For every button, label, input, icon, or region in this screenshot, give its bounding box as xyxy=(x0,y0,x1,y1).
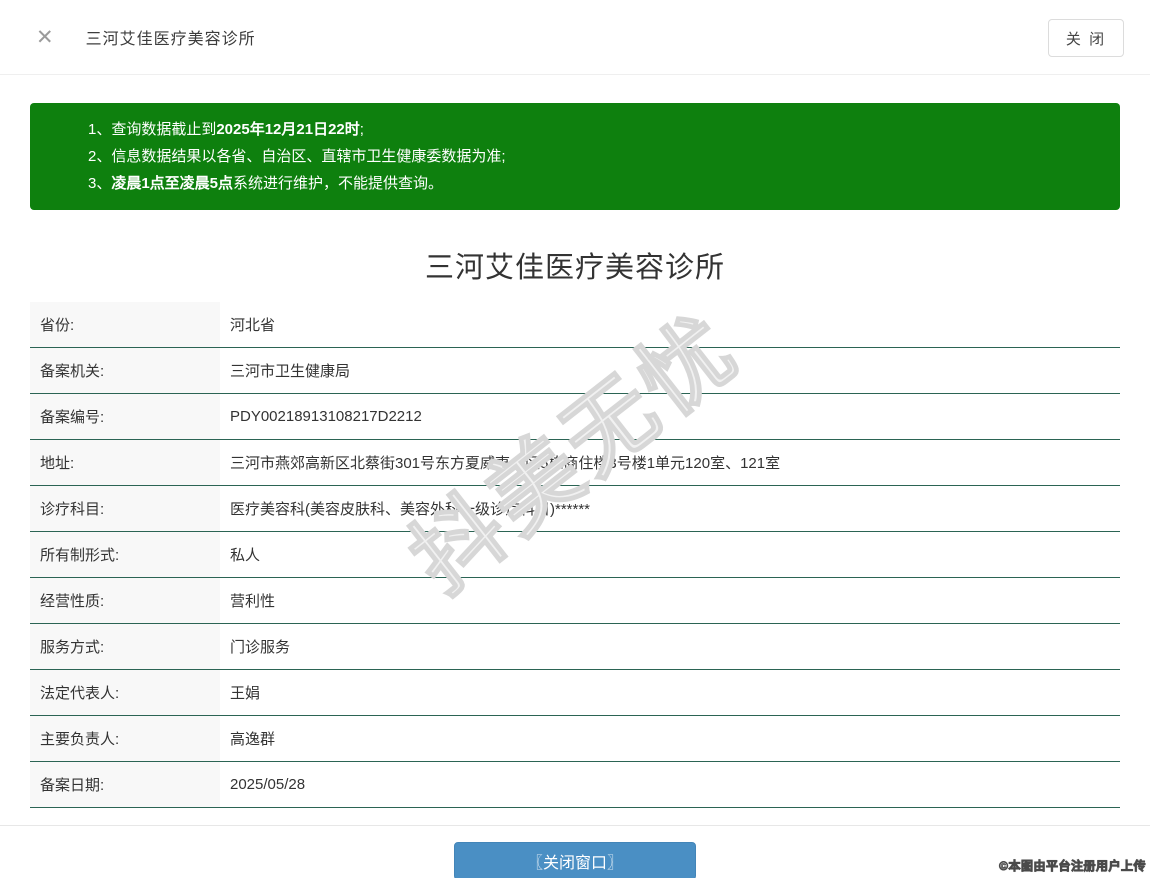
window-title: 三河艾佳医疗美容诊所 xyxy=(85,31,256,48)
row-value: 高逸群 xyxy=(230,731,276,748)
row-label: 法定代表人: xyxy=(30,670,220,715)
table-row-operation-nature: 经营性质: 营利性 xyxy=(30,578,1120,624)
row-label: 地址: xyxy=(30,440,220,485)
row-value: 2025/05/28 xyxy=(230,776,306,793)
row-label: 备案机关: xyxy=(30,348,220,393)
row-value: 门诊服务 xyxy=(230,639,291,656)
table-row-ownership-type: 所有制形式: 私人 xyxy=(30,532,1120,578)
row-value: 王娟 xyxy=(230,685,261,702)
footer-divider xyxy=(0,825,1150,826)
table-row-registry-number: 备案编号: PDY00218913108217D2212 xyxy=(30,394,1120,440)
row-label: 备案编号: xyxy=(30,394,220,439)
notice-text: ; xyxy=(359,121,364,138)
notice-line-1: 1、查询数据截止到2025年12月21日22时; xyxy=(88,116,1100,143)
row-label: 所有制形式: xyxy=(30,532,220,577)
row-label: 服务方式: xyxy=(30,624,220,669)
table-row-treatment-subjects: 诊疗科目: 医疗美容科(美容皮肤科、美容外科一级诊疗科目)****** xyxy=(30,486,1120,532)
row-value: 河北省 xyxy=(230,317,276,334)
row-label: 经营性质: xyxy=(30,578,220,623)
row-value: PDY00218913108217D2212 xyxy=(230,408,422,425)
row-value: 医疗美容科(美容皮肤科、美容外科一级诊疗科目)****** xyxy=(230,501,591,518)
content-area: 1、查询数据截止到2025年12月21日22时; 2、信息数据结果以各省、自治区… xyxy=(0,103,1150,808)
notice-banner: 1、查询数据截止到2025年12月21日22时; 2、信息数据结果以各省、自治区… xyxy=(30,103,1120,210)
row-value: 私人 xyxy=(230,547,261,564)
table-row-legal-representative: 法定代表人: 王娟 xyxy=(30,670,1120,716)
close-icon[interactable]: ✕ xyxy=(36,27,54,48)
notice-line-2: 2、信息数据结果以各省、自治区、直辖市卫生健康委数据为准; xyxy=(88,143,1100,170)
notice-text: 1、查询数据截止到 xyxy=(88,121,217,138)
upload-credit: ©本图由平台注册用户上传 xyxy=(999,859,1146,874)
table-row-registry-authority: 备案机关: 三河市卫生健康局 xyxy=(30,348,1120,394)
row-label: 省份: xyxy=(30,302,220,347)
row-label: 主要负责人: xyxy=(30,716,220,761)
notice-bold-text: 2025年12月21日22时 xyxy=(216,121,360,138)
row-label: 诊疗科目: xyxy=(30,486,220,531)
footer-bar: 〖关闭窗口〗 xyxy=(0,842,1150,878)
info-table: 省份: 河北省 备案机关: 三河市卫生健康局 备案编号: PDY00218913… xyxy=(30,302,1120,808)
row-label: 备案日期: xyxy=(30,762,220,807)
notice-text: 系统进行维护，不能提供查询。 xyxy=(233,175,444,192)
close-button[interactable]: 关 闭 xyxy=(1048,19,1124,57)
row-value: 三河市卫生健康局 xyxy=(230,363,351,380)
row-value: 三河市燕郊高新区北蔡街301号东方夏威夷小区5栋商住楼3号楼1单元120室、12… xyxy=(230,455,781,472)
notice-line-3: 3、凌晨1点至凌晨5点系统进行维护，不能提供查询。 xyxy=(88,170,1100,197)
table-row-registration-date: 备案日期: 2025/05/28 xyxy=(30,762,1120,808)
row-value: 营利性 xyxy=(230,593,276,610)
close-window-button[interactable]: 〖关闭窗口〗 xyxy=(454,842,696,878)
notice-text: 3、 xyxy=(88,175,112,192)
page-title: 三河艾佳医疗美容诊所 xyxy=(424,252,725,284)
table-row-province: 省份: 河北省 xyxy=(30,302,1120,348)
notice-text: 2、信息数据结果以各省、自治区、直辖市卫生健康委数据为准; xyxy=(88,148,506,165)
table-row-address: 地址: 三河市燕郊高新区北蔡街301号东方夏威夷小区5栋商住楼3号楼1单元120… xyxy=(30,440,1120,486)
notice-bold-text: 凌晨1点至凌晨5点 xyxy=(111,175,234,192)
table-row-main-person-in-charge: 主要负责人: 高逸群 xyxy=(30,716,1120,762)
titlebar: ✕ 三河艾佳医疗美容诊所 关 闭 xyxy=(0,0,1150,75)
table-row-service-mode: 服务方式: 门诊服务 xyxy=(30,624,1120,670)
